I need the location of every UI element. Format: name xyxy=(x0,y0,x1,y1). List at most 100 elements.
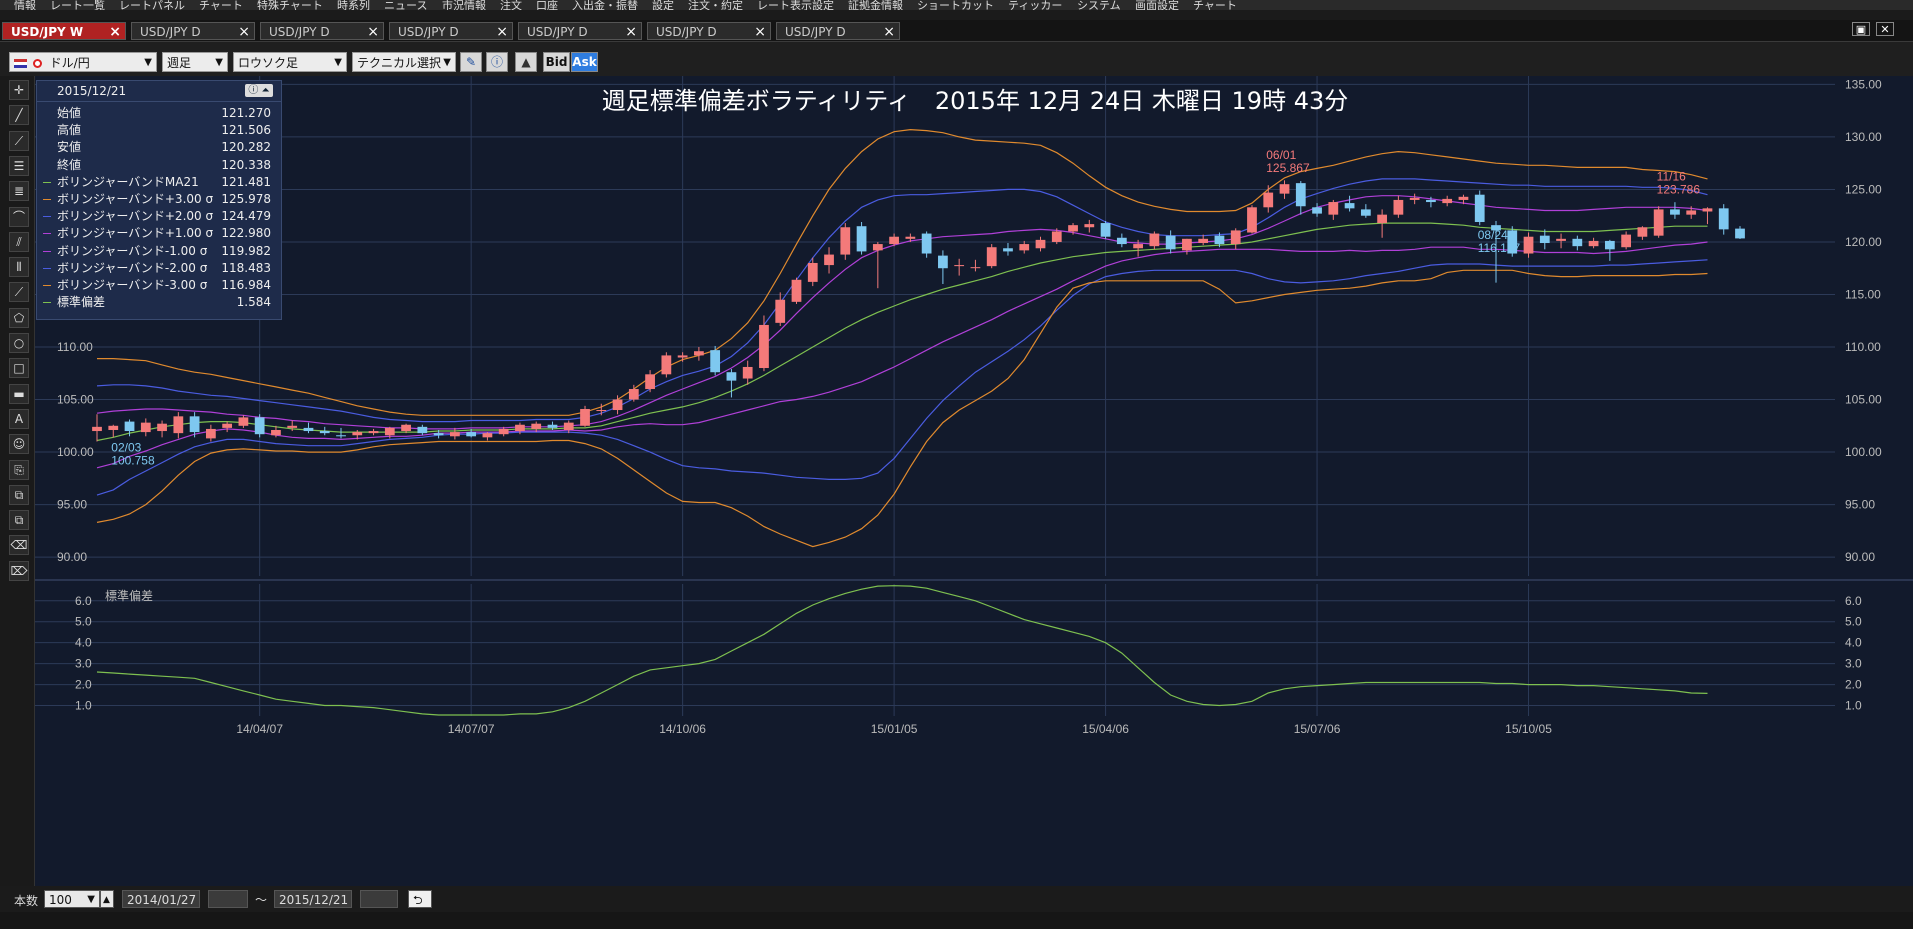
close-window-button[interactable]: ✕ xyxy=(1876,22,1894,36)
to-time-field[interactable] xyxy=(360,890,398,908)
tab-close-button[interactable]: × xyxy=(754,23,766,41)
extreme-annotation-date: 02/03 xyxy=(111,440,141,454)
menu-item[interactable]: 設定 xyxy=(652,0,674,10)
candle-body xyxy=(1702,208,1713,212)
from-time-field[interactable] xyxy=(208,890,248,908)
menu-item[interactable]: 注文 xyxy=(500,0,522,10)
layers-icon: ⧉ xyxy=(14,513,24,528)
candle-body xyxy=(661,355,672,375)
menu-item[interactable]: 市況情報 xyxy=(442,0,486,10)
pencil-button[interactable]: ✎ xyxy=(460,52,482,72)
menu-item[interactable]: システム xyxy=(1077,0,1121,10)
candle-body xyxy=(1214,235,1225,245)
tab-close-button[interactable]: × xyxy=(109,23,121,41)
tab-close-button[interactable]: × xyxy=(625,23,637,41)
to-date-field[interactable]: 2015/12/21 xyxy=(274,890,352,908)
period-select[interactable]: 週足 ▼ xyxy=(162,52,228,72)
restore-window-button[interactable]: ▣ xyxy=(1852,22,1870,36)
count-select[interactable]: 100 ▼ xyxy=(44,890,100,908)
to-date-value: 2015/12/21 xyxy=(279,893,349,907)
menu-item[interactable]: チャート xyxy=(1193,0,1237,10)
area-chart-button[interactable]: ▲ xyxy=(515,52,537,72)
tab-close-button[interactable]: × xyxy=(238,23,250,41)
candle-body xyxy=(238,417,249,426)
sub-chart-label: 標準偏差 xyxy=(105,588,153,603)
vertical-lines-tool[interactable]: ⦀ xyxy=(9,257,29,278)
copy-icon: ⎘ xyxy=(14,462,24,477)
menu-item[interactable]: ショートカット xyxy=(917,0,994,10)
line-tool[interactable]: ╱ xyxy=(9,105,29,126)
count-up-button[interactable]: ▲ xyxy=(100,890,114,908)
candle-body xyxy=(807,262,818,282)
horizontal-bar-tool[interactable]: ▬ xyxy=(9,383,29,404)
copy-tool[interactable]: ⎘ xyxy=(9,459,29,480)
horizontal-lines-tool[interactable]: ☰ xyxy=(9,155,29,176)
legend-line-icon xyxy=(43,181,51,183)
chart-tab[interactable]: USD/JPY D × xyxy=(260,22,384,40)
text-tool[interactable]: A xyxy=(9,408,29,429)
tab-close-button[interactable]: × xyxy=(367,23,379,41)
menu-item[interactable]: レート表示設定 xyxy=(757,0,834,10)
menu-item[interactable]: チャート xyxy=(199,0,243,10)
candle-body xyxy=(612,399,623,411)
eraser-all-tool[interactable]: ⌦ xyxy=(9,560,29,581)
pentagon-tool[interactable]: ⬠ xyxy=(9,307,29,328)
currency-pair-select[interactable]: ドル/円 ▼ xyxy=(9,52,157,72)
chart-area[interactable]: 135.00135.00130.00130.00125.00125.00120.… xyxy=(35,76,1913,886)
info-button[interactable]: ⓘ xyxy=(486,52,508,72)
chart-kind-select[interactable]: ロウソク足 ▼ xyxy=(233,52,347,72)
candle-body xyxy=(1670,209,1680,215)
candle-body xyxy=(498,428,509,435)
menu-item[interactable]: ティッカー xyxy=(1008,0,1062,10)
channel-tool[interactable]: ≣ xyxy=(9,181,29,202)
menu-item[interactable]: 証拠金情報 xyxy=(848,0,903,10)
gann-tool[interactable]: ⟋ xyxy=(9,282,29,303)
bid-button[interactable]: Bid xyxy=(543,52,570,72)
chart-tab[interactable]: USD/JPY D × xyxy=(518,22,642,40)
info-row-label: 安値 xyxy=(57,140,82,155)
menu-item[interactable]: レートパネル xyxy=(119,0,185,10)
smiley-tool[interactable]: ☺ xyxy=(9,434,29,455)
fan-tool[interactable]: ⌒ xyxy=(9,206,29,227)
info-row-value: 1.584 xyxy=(236,295,271,310)
crosshair-tool[interactable]: ✛ xyxy=(9,80,29,100)
layers-tool[interactable]: ⧉ xyxy=(9,510,29,531)
chart-tab[interactable]: USD/JPY W × xyxy=(2,22,126,40)
apply-range-button[interactable]: ⮌ xyxy=(408,890,432,908)
candle-body xyxy=(1458,196,1469,200)
chart-tab[interactable]: USD/JPY D × xyxy=(776,22,900,40)
candle-body xyxy=(1019,244,1030,251)
y-tick-label-right: 130.00 xyxy=(1845,130,1882,144)
ask-button[interactable]: Ask xyxy=(571,52,598,72)
extreme-annotation-value: 125.867 xyxy=(1266,161,1310,175)
tab-close-button[interactable]: × xyxy=(883,23,895,41)
menu-item[interactable]: 時系列 xyxy=(337,0,370,10)
info-row: ボリンジャーバンド-3.00 σ 116.984 xyxy=(37,277,283,294)
menu-item[interactable]: レート一覧 xyxy=(50,0,105,10)
menu-item[interactable]: ニュース xyxy=(384,0,427,10)
duplicate-tool[interactable]: ⧉ xyxy=(9,484,29,505)
info-collapse-button[interactable]: ⓘ ⏶ xyxy=(245,84,273,97)
info-row-label: ボリンジャーバンドMA21 xyxy=(57,174,199,189)
circle-tool[interactable]: ○ xyxy=(9,333,29,353)
chart-tab[interactable]: USD/JPY D × xyxy=(647,22,771,40)
menu-item[interactable]: 特殊チャート xyxy=(257,0,323,10)
candle-body xyxy=(368,431,379,434)
from-date-field[interactable]: 2014/01/27 xyxy=(122,890,200,908)
tab-close-button[interactable]: × xyxy=(496,23,508,41)
extreme-annotation-date: 08/24 xyxy=(1478,228,1508,242)
ruler-tool[interactable]: ⟋ xyxy=(9,130,29,151)
rectangle-tool[interactable]: □ xyxy=(9,358,29,379)
menu-item[interactable]: 入出金・振替 xyxy=(572,0,638,10)
candle-body xyxy=(1604,240,1615,250)
technical-select[interactable]: テクニカル選択 ▼ xyxy=(352,52,456,72)
parallel-tool[interactable]: ⫽ xyxy=(9,231,29,252)
chart-tab[interactable]: USD/JPY D × xyxy=(131,22,255,40)
menu-item[interactable]: 情報 xyxy=(14,0,36,10)
menu-item[interactable]: 口座 xyxy=(536,0,558,10)
chart-tab[interactable]: USD/JPY D × xyxy=(389,22,513,40)
eraser-tool[interactable]: ⌫ xyxy=(9,535,29,556)
menu-item[interactable]: 注文・約定 xyxy=(688,0,743,10)
menu-item[interactable]: 画面設定 xyxy=(1135,0,1179,10)
candle-body xyxy=(840,227,851,255)
